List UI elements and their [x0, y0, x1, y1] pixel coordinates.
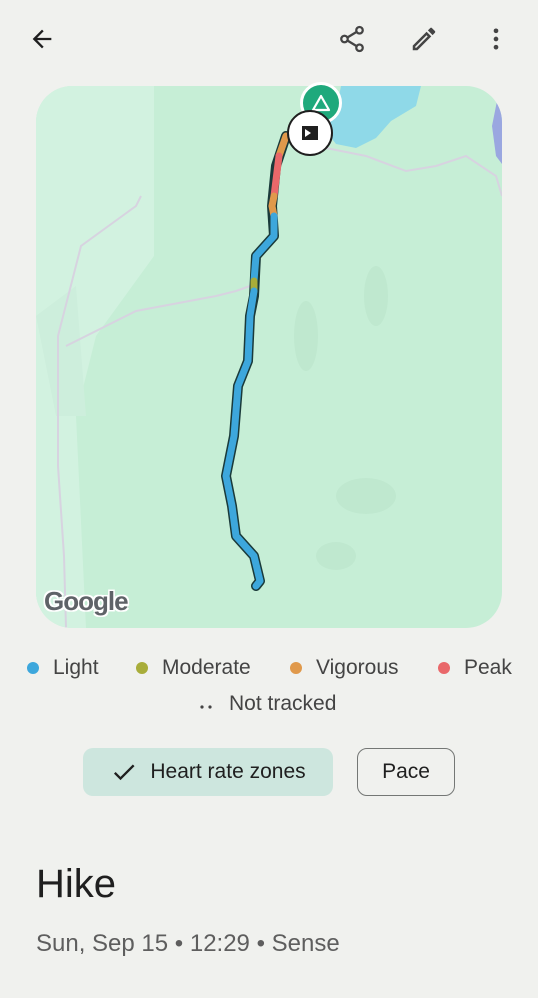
- chip-label: Heart rate zones: [150, 760, 306, 783]
- map-attribution: Google: [44, 586, 129, 616]
- moderate-dot-icon: [136, 662, 148, 674]
- legend-label: Light: [53, 656, 99, 679]
- arrow-back-icon: [32, 29, 52, 49]
- pace-chip[interactable]: Pace: [357, 748, 455, 796]
- check-icon: [114, 764, 135, 781]
- back-button[interactable]: [18, 15, 66, 63]
- dotted-line-icon: [199, 692, 213, 716]
- legend-label: Vigorous: [316, 656, 399, 679]
- legend-item-peak: Peak: [438, 656, 512, 680]
- legend-item-light: Light: [27, 656, 99, 680]
- finish-marker[interactable]: [287, 110, 333, 156]
- heart-rate-zones-chip[interactable]: Heart rate zones: [83, 748, 333, 796]
- edit-button[interactable]: [400, 15, 448, 63]
- legend-item-moderate: Moderate: [136, 656, 251, 680]
- legend-item-vigorous: Vigorous: [290, 656, 399, 680]
- share-button[interactable]: [328, 15, 376, 63]
- legend-label: Not tracked: [229, 692, 337, 715]
- tent-icon: [311, 94, 331, 112]
- share-icon: [340, 25, 364, 53]
- flag-icon: [302, 126, 318, 140]
- pencil-edit-icon: [412, 27, 436, 51]
- peak-dot-icon: [438, 662, 450, 674]
- vigorous-dot-icon: [290, 662, 302, 674]
- top-app-bar: [0, 0, 538, 80]
- chip-label: Pace: [382, 760, 430, 783]
- legend-item-not-tracked: Not tracked: [199, 692, 336, 716]
- heart-rate-legend: Light Moderate Vigorous Peak Not tracked: [0, 650, 538, 720]
- legend-label: Moderate: [162, 656, 251, 679]
- map-canvas: [36, 86, 502, 628]
- more-options-button[interactable]: [472, 15, 520, 63]
- activity-title: Hike: [36, 862, 117, 906]
- route-map[interactable]: Google: [36, 86, 502, 628]
- more-vert-icon: [493, 28, 499, 50]
- activity-subtitle: Sun, Sep 15 • 12:29 • Sense: [36, 930, 340, 957]
- legend-label: Peak: [464, 656, 512, 679]
- light-dot-icon: [27, 662, 39, 674]
